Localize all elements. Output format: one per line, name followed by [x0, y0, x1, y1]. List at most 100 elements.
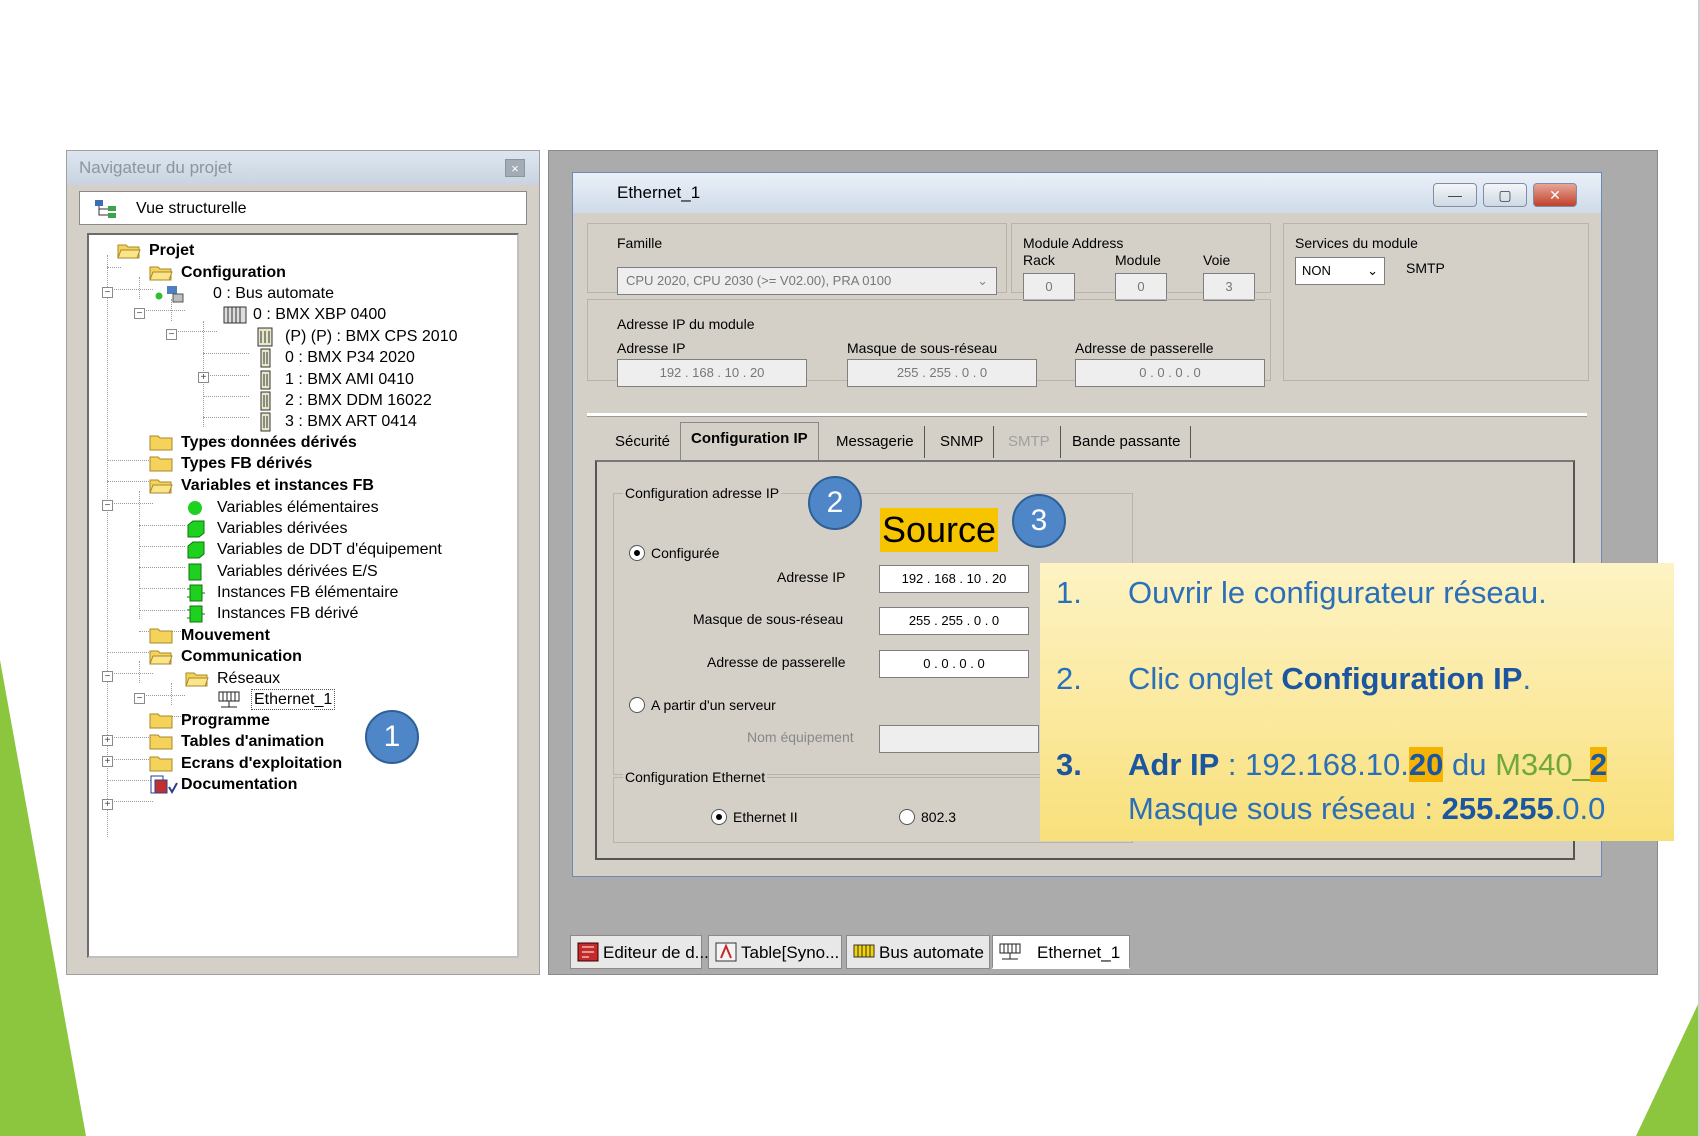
tree-label-types-fb: Types FB dérivés — [181, 455, 313, 472]
step-1-text: Ouvrir le configurateur réseau. — [1128, 575, 1547, 610]
configured-label: Configurée — [651, 545, 720, 561]
tree-label-inst-fb-elem: Instances FB élémentaire — [217, 584, 399, 601]
structural-view-selector[interactable]: Vue structurelle — [79, 191, 527, 225]
voie-label: Voie — [1203, 252, 1231, 268]
expand-toggle-variables[interactable]: − — [102, 500, 113, 511]
bus-icon — [853, 944, 875, 958]
right-green-decoration — [1636, 1000, 1700, 1136]
step-2-post: . — [1522, 661, 1532, 696]
gw2-label: Adresse de passerelle — [707, 654, 846, 670]
tree-label-reseaux: Réseaux — [217, 670, 281, 687]
folder-icon — [149, 435, 173, 451]
tree-label-var-der: Variables dérivées — [217, 520, 348, 537]
folder-open-icon — [149, 650, 173, 665]
expand-toggle-communication[interactable]: − — [102, 671, 113, 682]
mask2-label: Masque de sous-réseau — [693, 611, 844, 627]
folder-icon — [149, 756, 173, 772]
navigator-close-button[interactable]: × — [505, 159, 525, 177]
tab-snmp[interactable]: SNMP — [930, 426, 995, 458]
minimize-button[interactable]: — — [1433, 183, 1477, 207]
task-editeur[interactable]: Editeur de d... — [570, 935, 709, 969]
expand-toggle-reseaux[interactable]: − — [134, 693, 145, 704]
expand-toggle-programme[interactable]: + — [102, 735, 113, 746]
tree-label-module-cps: (P) (P) : BMX CPS 2010 — [285, 328, 458, 345]
folder-open-icon — [117, 244, 141, 259]
expand-toggle-tables[interactable]: + — [102, 756, 113, 767]
configured-radio[interactable] — [629, 545, 645, 561]
subnet-mask-field[interactable]: 255 . 255 . 0 . 0 — [879, 607, 1029, 635]
tree-label-variables: Variables et instances FB — [181, 477, 374, 494]
expand-toggle-bus[interactable]: − — [134, 308, 145, 319]
task-table[interactable]: Table[Syno... — [708, 935, 842, 969]
module-ip-field[interactable]: 192 . 168 . 10 . 20 — [617, 359, 807, 387]
services-select[interactable]: NON ⌄ — [1295, 257, 1385, 285]
tree-label-documentation: Documentation — [181, 776, 298, 793]
project-tree: Projet − Configuration − 0 : Bus automat… — [87, 233, 519, 958]
gateway-field[interactable]: 0 . 0 . 0 . 0 — [879, 650, 1029, 678]
task-table-label: Table[Syno... — [741, 943, 840, 962]
tab-configuration-ip[interactable]: Configuration IP — [680, 422, 819, 460]
equipment-name-field[interactable] — [879, 725, 1039, 753]
tree-label-communication: Communication — [181, 648, 302, 665]
step-3-highlight: 20 — [1408, 747, 1444, 782]
ip-config-group-label: Configuration adresse IP — [623, 485, 782, 501]
expand-toggle-p34[interactable]: + — [198, 372, 209, 383]
ip-address-field[interactable]: 192 . 168 . 10 . 20 — [879, 565, 1029, 593]
folder-icon — [149, 734, 173, 750]
ieee-8023-label: 802.3 — [921, 809, 957, 825]
module-gateway-field[interactable]: 0 . 0 . 0 . 0 — [1075, 359, 1265, 387]
maximize-button[interactable]: ▢ — [1483, 183, 1527, 207]
equipment-name-label: Nom équipement — [747, 729, 854, 745]
services-value: NON — [1302, 263, 1331, 278]
window-close-button[interactable]: ✕ — [1533, 183, 1577, 207]
folder-icon — [149, 628, 173, 644]
expand-toggle-documentation[interactable]: + — [102, 799, 113, 810]
tree-label-module-art: 3 : BMX ART 0414 — [285, 413, 417, 430]
tree-label-rack: 0 : BMX XBP 0400 — [253, 306, 387, 323]
ieee-8023-radio[interactable] — [899, 809, 915, 825]
step-badge-3: 3 — [1012, 494, 1066, 548]
tree-label-module-ddm: 2 : BMX DDM 16022 — [285, 392, 432, 409]
module-mask-field[interactable]: 255 . 255 . 0 . 0 — [847, 359, 1037, 387]
expand-toggle-configuration[interactable]: − — [102, 287, 113, 298]
expand-toggle-rack[interactable]: − — [166, 329, 177, 340]
tab-messagerie[interactable]: Messagerie — [826, 426, 925, 458]
task-ethernet-1[interactable]: Ethernet_1 — [992, 935, 1130, 969]
folder-icon — [149, 456, 173, 472]
tab-bande-passante[interactable]: Bande passante — [1062, 426, 1192, 458]
famille-select[interactable]: CPU 2020, CPU 2030 (>= V02.00), PRA 0100… — [617, 267, 997, 295]
tree-label-mouvement: Mouvement — [181, 627, 270, 644]
tab-securite[interactable]: Sécurité — [605, 426, 682, 458]
tree-label-types-donnees: Types données dérivés — [181, 434, 357, 451]
server-radio[interactable] — [629, 697, 645, 713]
folder-open-icon — [149, 266, 173, 281]
tree-label-module-p34: 0 : BMX P34 2020 — [285, 349, 415, 366]
documentation-icon — [150, 775, 178, 794]
tree-label-bus: 0 : Bus automate — [213, 285, 334, 302]
famille-label: Famille — [617, 235, 663, 251]
rack-field[interactable]: 0 — [1023, 273, 1075, 301]
document-taskbar: Editeur de d... Table[Syno... Bus automa… — [560, 935, 1660, 971]
smtp-service-label: SMTP — [1406, 260, 1445, 276]
variable-icon — [187, 541, 205, 559]
variable-icon — [188, 501, 202, 515]
ip-module-label: Adresse IP du module — [617, 316, 755, 332]
task-bus-automate[interactable]: Bus automate — [846, 935, 990, 969]
navigator-title: Navigateur du projet — [67, 151, 539, 185]
editor-icon — [577, 942, 599, 962]
step-3-number: 3. — [1056, 747, 1082, 782]
module-address-label: Module Address — [1023, 235, 1124, 251]
step-2-number: 2. — [1056, 661, 1082, 696]
module-field[interactable]: 0 — [1115, 273, 1167, 301]
gateway-label: Adresse de passerelle — [1075, 340, 1214, 356]
voie-field[interactable]: 3 — [1203, 273, 1255, 301]
tree-label-programme: Programme — [181, 712, 270, 729]
ip2-label: Adresse IP — [777, 569, 846, 585]
folder-icon — [149, 713, 173, 729]
rack-label: Rack — [1023, 252, 1055, 268]
network-icon — [999, 943, 1021, 960]
tab-smtp[interactable]: SMTP — [998, 426, 1061, 458]
ethernet-ii-radio[interactable] — [711, 809, 727, 825]
step-3-bold: Adr IP — [1128, 747, 1220, 782]
step-3-a: : 192.168.10. — [1219, 747, 1409, 782]
